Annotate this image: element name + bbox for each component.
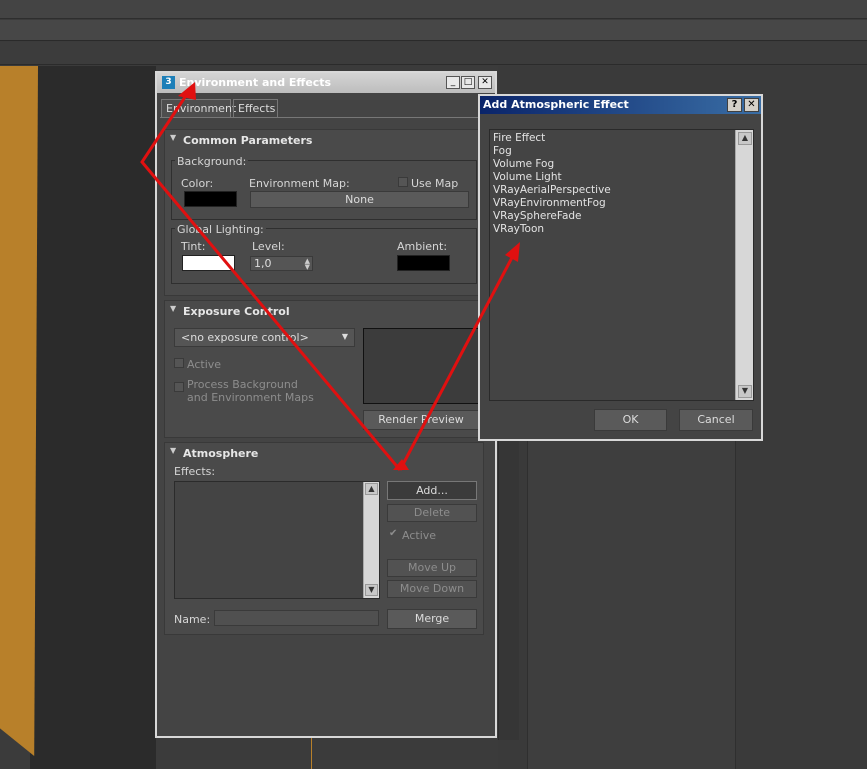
ok-button[interactable]: OK — [594, 409, 667, 431]
list-item[interactable]: Volume Light — [493, 171, 562, 183]
exposure-dropdown-value: <no exposure control> — [181, 331, 309, 344]
exposure-control-dropdown[interactable]: <no exposure control> ▼ — [174, 328, 355, 347]
checkmark-icon[interactable]: ✔ — [389, 528, 397, 539]
dialog-list-scrollbar[interactable]: ▲ ▼ — [735, 130, 753, 400]
list-item[interactable]: VRayAerialPerspective — [493, 184, 611, 196]
rollout-title[interactable]: Atmosphere — [183, 447, 258, 460]
move-down-button[interactable]: Move Down — [387, 580, 477, 598]
effects-list[interactable]: ▲ ▼ — [174, 481, 380, 599]
environment-effects-window: 3 Environment and Effects _ □ ✕ Environm… — [155, 71, 497, 738]
background-group — [171, 160, 477, 220]
tab-divider — [160, 117, 492, 118]
scroll-down-icon[interactable]: ▼ — [738, 385, 752, 398]
render-preview-button[interactable]: Render Preview — [363, 410, 479, 430]
chevron-down-icon[interactable]: ▼ — [342, 332, 348, 341]
rollout-toggle-icon[interactable]: ▼ — [170, 304, 176, 313]
effects-label: Effects: — [174, 465, 216, 478]
rollout-toggle-icon[interactable]: ▼ — [170, 133, 176, 142]
app-menubar — [0, 0, 867, 19]
background-color-swatch[interactable] — [184, 191, 237, 207]
move-up-button[interactable]: Move Up — [387, 559, 477, 577]
list-item[interactable]: VRaySphereFade — [493, 210, 582, 222]
effect-type-list[interactable]: Fire Effect Fog Volume Fog Volume Light … — [489, 129, 754, 401]
list-item[interactable]: Fog — [493, 145, 512, 157]
exposure-active-checkbox[interactable] — [174, 358, 184, 368]
list-item[interactable]: Volume Fog — [493, 158, 554, 170]
dialog-title: Add Atmospheric Effect — [483, 98, 629, 111]
tint-color-swatch[interactable] — [182, 255, 235, 271]
process-background-label-2: and Environment Maps — [187, 391, 314, 404]
atmosphere-active-label: Active — [402, 529, 437, 542]
process-background-label: Process Background — [187, 378, 298, 391]
environment-map-label: Environment Map: — [249, 177, 350, 190]
viewport[interactable] — [30, 66, 156, 769]
use-map-label: Use Map — [411, 177, 459, 190]
close-button[interactable]: ✕ — [478, 76, 492, 89]
name-label: Name: — [174, 613, 211, 626]
rollout-toggle-icon[interactable]: ▼ — [170, 446, 176, 455]
list-item[interactable]: Fire Effect — [493, 132, 545, 144]
scene-object — [0, 66, 38, 756]
exposure-preview-area — [363, 328, 479, 404]
rollout-title[interactable]: Exposure Control — [183, 305, 290, 318]
level-value: 1,0 — [254, 257, 272, 270]
merge-button[interactable]: Merge — [387, 609, 477, 629]
background-group-label: Background: — [175, 155, 249, 168]
common-parameters-rollout: ▼ Common Parameters Background: Color: E… — [164, 129, 484, 296]
effect-name-field[interactable] — [214, 610, 379, 626]
tab-effects[interactable]: Effects — [233, 99, 278, 117]
spinner-arrows-icon[interactable]: ▲ ▼ — [305, 258, 310, 271]
dialog-titlebar[interactable]: Add Atmospheric Effect ? ✕ — [480, 96, 761, 114]
add-atmospheric-effect-dialog: Add Atmospheric Effect ? ✕ Fire Effect F… — [478, 94, 763, 441]
app-logo-icon: 3 — [162, 76, 175, 89]
color-label: Color: — [181, 177, 214, 190]
ambient-color-swatch[interactable] — [397, 255, 450, 271]
use-map-checkbox[interactable] — [398, 177, 408, 187]
delete-effect-button[interactable]: Delete — [387, 504, 477, 522]
dialog-close-button[interactable]: ✕ — [744, 98, 759, 112]
list-item[interactable]: VRayToon — [493, 223, 544, 235]
tab-environment[interactable]: Environment — [161, 99, 236, 117]
scroll-up-icon[interactable]: ▲ — [365, 483, 378, 495]
scroll-up-icon[interactable]: ▲ — [738, 132, 752, 145]
exposure-control-rollout: ▼ Exposure Control <no exposure control>… — [164, 300, 484, 438]
minimize-button[interactable]: _ — [446, 76, 460, 89]
rollout-title[interactable]: Common Parameters — [183, 134, 312, 147]
atmosphere-rollout: ▼ Atmosphere Effects: ▲ ▼ Add... Delete … — [164, 442, 484, 635]
cancel-button[interactable]: Cancel — [679, 409, 753, 431]
window-title: Environment and Effects — [179, 76, 332, 89]
list-item[interactable]: VRayEnvironmentFog — [493, 197, 606, 209]
environment-map-button[interactable]: None — [250, 191, 469, 208]
viewport-edge — [311, 738, 312, 769]
window-titlebar[interactable]: 3 Environment and Effects _ □ ✕ — [157, 73, 495, 93]
tint-label: Tint: — [181, 240, 206, 253]
global-lighting-label: Global Lighting: — [175, 223, 266, 236]
process-background-checkbox[interactable] — [174, 382, 184, 392]
maximize-button[interactable]: □ — [461, 76, 475, 89]
exposure-active-label: Active — [187, 358, 222, 371]
scroll-down-icon[interactable]: ▼ — [365, 584, 378, 596]
effects-list-scrollbar[interactable]: ▲ ▼ — [363, 482, 379, 598]
ambient-label: Ambient: — [397, 240, 448, 253]
app-ribbon — [0, 42, 867, 65]
help-button[interactable]: ? — [727, 98, 742, 112]
level-spinner[interactable]: 1,0 ▲ ▼ — [250, 256, 313, 271]
add-effect-button[interactable]: Add... — [387, 481, 477, 500]
level-label: Level: — [252, 240, 285, 253]
app-toolbar — [0, 20, 867, 41]
